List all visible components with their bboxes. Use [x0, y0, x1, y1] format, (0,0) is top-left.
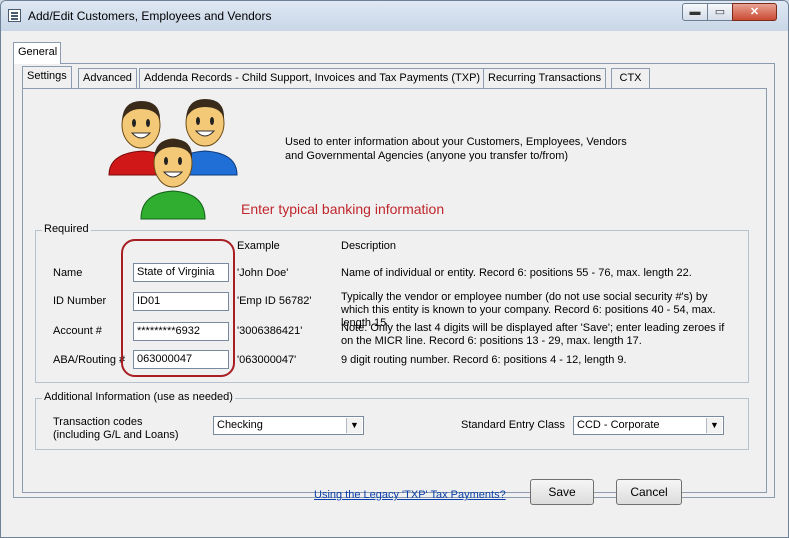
tab-settings[interactable]: Settings [22, 66, 72, 88]
window-title: Add/Edit Customers, Employees and Vendor… [28, 9, 272, 23]
standard-entry-class-value: CCD - Corporate [577, 419, 660, 431]
transaction-codes-label-line1: Transaction codes [53, 416, 143, 428]
transaction-codes-label: Transaction codes (including G/L and Loa… [53, 416, 179, 442]
highlight-circle [121, 239, 235, 377]
tab-advanced[interactable]: Advanced [78, 68, 137, 88]
transaction-codes-value: Checking [217, 419, 263, 431]
save-button[interactable]: Save [530, 479, 594, 505]
example-column-header: Example [237, 240, 280, 252]
cancel-button[interactable]: Cancel [616, 479, 682, 505]
standard-entry-class-select[interactable]: CCD - Corporate ▼ [573, 416, 724, 435]
aba-routing-label: ABA/Routing # [53, 354, 126, 366]
name-description: Name of individual or entity. Record 6: … [341, 267, 692, 279]
additional-info-legend: Additional Information (use as needed) [42, 391, 235, 403]
title-bar[interactable]: Add/Edit Customers, Employees and Vendor… [1, 1, 788, 31]
standard-entry-class-label: Standard Entry Class [461, 419, 565, 431]
intro-text: Used to enter information about your Cus… [285, 136, 627, 162]
legacy-txp-link[interactable]: Using the Legacy 'TXP' Tax Payments? [314, 489, 506, 501]
close-button[interactable]: ✕ [732, 3, 777, 21]
maximize-button[interactable]: ▭ [707, 3, 733, 21]
transaction-codes-select[interactable]: Checking ▼ [213, 416, 364, 435]
aba-routing-example: '063000047' [237, 354, 297, 366]
chevron-down-icon[interactable]: ▼ [346, 418, 362, 433]
required-legend: Required [42, 223, 91, 235]
minimize-button[interactable]: ▬ [682, 3, 708, 21]
chevron-down-icon[interactable]: ▼ [706, 418, 722, 433]
id-number-label: ID Number [53, 295, 107, 307]
tab-general[interactable]: General [13, 42, 61, 64]
tab-recurring-transactions[interactable]: Recurring Transactions [483, 68, 607, 88]
account-number-description: Note: Only the last 4 digits will be dis… [341, 322, 725, 347]
name-example: 'John Doe' [237, 267, 289, 279]
people-group-icon [108, 99, 238, 220]
transaction-codes-label-line2: (including G/L and Loans) [53, 429, 179, 441]
aba-routing-description: 9 digit routing number. Record 6: positi… [341, 354, 627, 366]
tab-ctx[interactable]: CTX [611, 68, 650, 88]
description-column-header: Description [341, 240, 397, 252]
id-number-example: 'Emp ID 56782' [237, 295, 312, 307]
app-icon [8, 9, 21, 22]
tab-addenda-records[interactable]: Addenda Records - Child Support, Invoice… [139, 68, 486, 88]
banking-hint: Enter typical banking information [241, 201, 445, 217]
account-number-example: '3006386421' [237, 325, 303, 337]
name-label: Name [53, 267, 83, 279]
dialog-window: Add/Edit Customers, Employees and Vendor… [0, 0, 789, 538]
account-number-label: Account # [53, 325, 102, 337]
